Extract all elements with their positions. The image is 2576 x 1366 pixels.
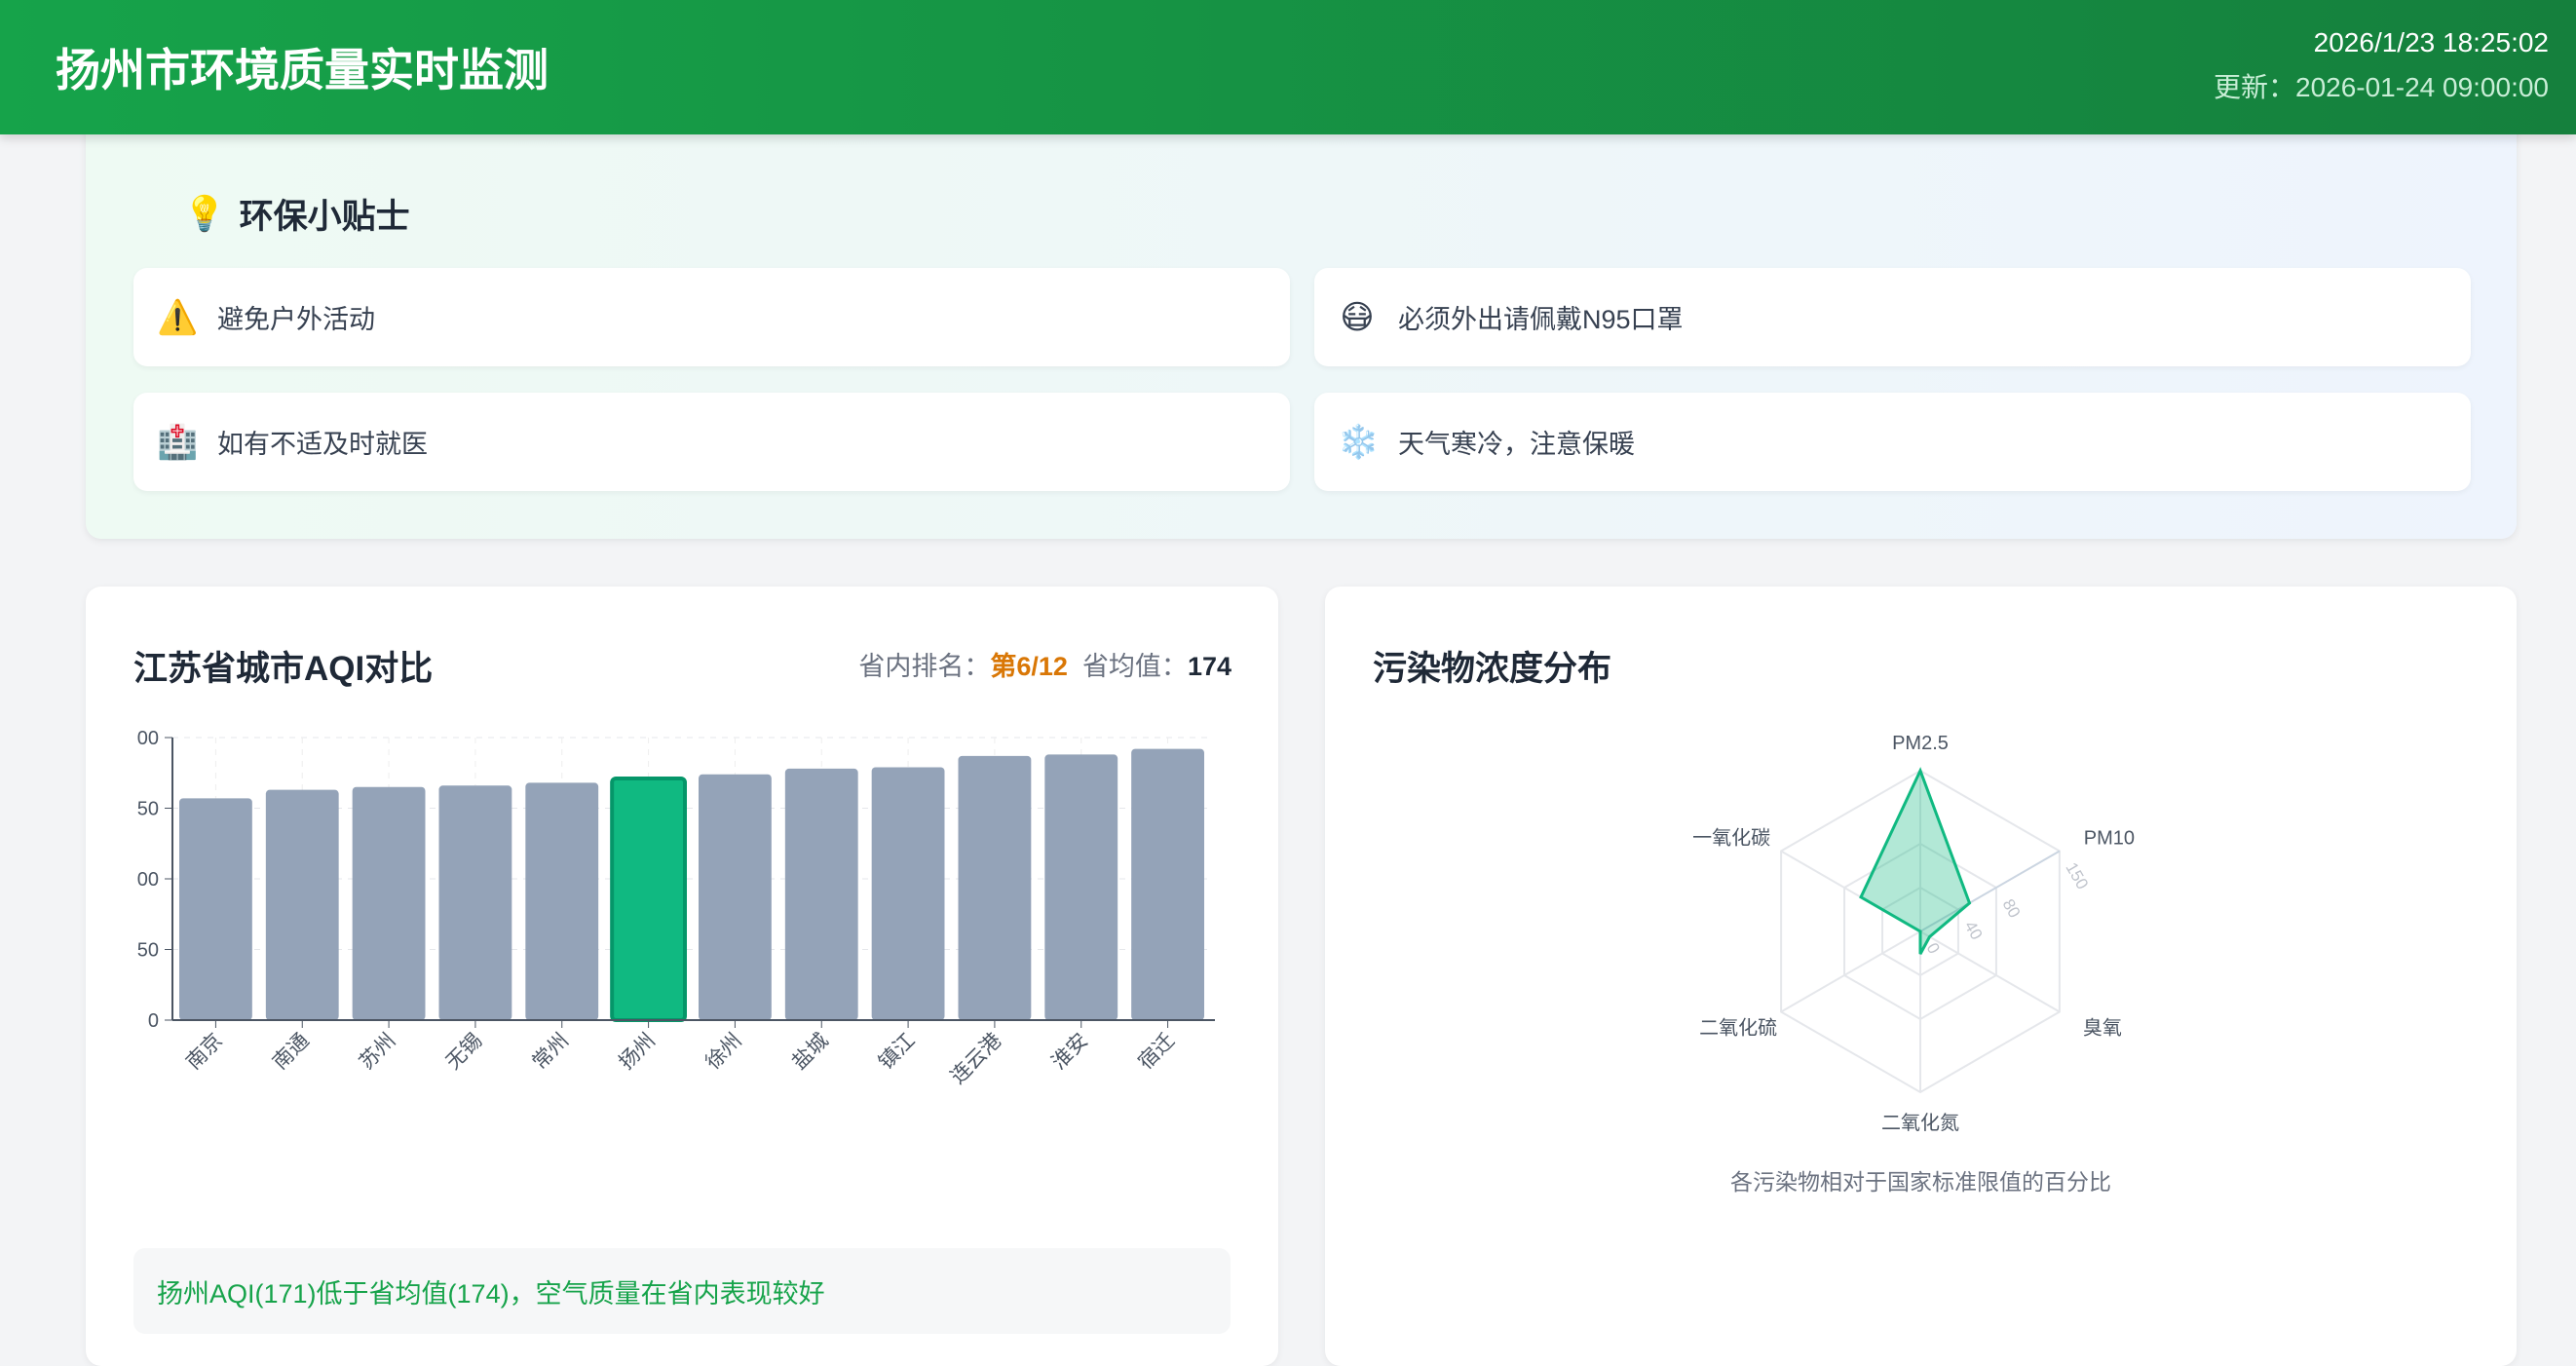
radar-label: 二氧化硫 [1699,1017,1777,1040]
radar-tick-label: 150 [2062,859,2092,892]
radar-label: 一氧化碳 [1692,827,1770,850]
x-tick-label: 无锡 [441,1029,486,1074]
bar-连云港 [959,756,1032,1020]
tip-item: ⚠️ 避免户外活动 [133,268,1290,366]
avg-label: 省均值： [1082,652,1188,681]
x-tick-label: 扬州 [615,1029,660,1074]
aqi-comparison-card: 江苏省城市AQI对比 省内排名：第6/12 省均值：174 0 50 00 50 00 南… [86,587,1278,1366]
bar-宿迁 [1131,749,1204,1020]
pollutant-radar-chart: PM2.5PM10臭氧二氧化氮二氧化硫一氧化碳04080150 [1325,684,2517,1230]
x-tick-label: 镇江 [875,1029,920,1074]
rank-value: 第6/12 [990,652,1068,681]
aqi-card-title: 江苏省城市AQI对比 [133,641,433,691]
y-tick-label: 50 [137,940,159,962]
warning-icon: ⚠️ [157,298,196,337]
eco-tips-panel: 💡环保小贴士 ⚠️避免户外活动 😷必须外出请佩戴N95口罩 🏥如有不适及时就医 … [86,127,2517,539]
aqi-bar-chart: 0 50 00 50 00 南京南通苏州无锡常州扬州徐州盐城镇江连云港淮安宿迁 [86,703,1278,1230]
x-tick-label: 连云港 [947,1029,1006,1088]
radar-label: 二氧化氮 [1881,1112,1959,1134]
radar-label: 臭氧 [2083,1017,2122,1040]
y-tick-label: 50 [137,799,159,820]
bar-无锡 [439,785,512,1020]
bar-常州 [525,782,598,1020]
x-tick-label: 徐州 [701,1029,746,1074]
radar-label: PM10 [2084,828,2135,850]
tips-heading: 💡 环保小贴士 [183,189,410,239]
snowflake-icon: ❄️ [1338,423,1377,462]
bar-徐州 [699,775,772,1020]
app-header: 扬州市环境质量实时监测 2026/1/23 18:25:02 更新：2026-0… [0,0,2576,134]
y-tick-label: 0 [148,1010,159,1032]
x-tick-label: 南通 [269,1029,314,1074]
hospital-icon: 🏥 [157,423,196,462]
bar-苏州 [353,787,426,1020]
x-tick-label: 南京 [182,1029,227,1074]
x-tick-label: 盐城 [788,1029,833,1074]
x-tick-label: 常州 [528,1029,573,1074]
tip-item: 😷 必须外出请佩戴N95口罩 [1314,268,2471,366]
tip-text: 天气寒冷，注意保暖 [1398,423,1635,461]
bar-南通 [266,790,339,1020]
aqi-comparison-note: 扬州AQI(171)低于省均值(174)，空气质量在省内表现较好 [133,1248,1231,1334]
update-time: 更新：2026-01-24 09:00:00 [2214,66,2549,105]
current-time: 2026/1/23 18:25:02 [2314,27,2549,58]
page-title: 扬州市环境质量实时监测 [56,35,549,99]
tip-text: 如有不适及时就医 [217,423,428,461]
x-tick-label: 宿迁 [1134,1029,1179,1074]
bar-淮安 [1044,754,1118,1020]
tip-item: 🏥 如有不适及时就医 [133,393,1290,491]
bar-南京 [179,798,252,1020]
tips-title: 环保小贴士 [240,189,410,239]
radar-label: PM2.5 [1892,733,1949,754]
rank-label: 省内排名： [858,652,990,681]
radar-series [1861,771,1969,954]
mask-icon: 😷 [1338,298,1377,337]
y-tick-label: 00 [137,728,159,749]
x-tick-label: 苏州 [356,1029,400,1074]
pollutant-card: 污染物浓度分布 PM2.5PM10臭氧二氧化氮二氧化硫一氧化碳04080150 … [1325,587,2517,1366]
rank-summary: 省内排名：第6/12 省均值：174 [858,645,1231,683]
radar-tick-label: 80 [1998,896,2024,922]
tip-text: 必须外出请佩戴N95口罩 [1398,298,1684,336]
x-tick-label: 淮安 [1047,1029,1092,1074]
tip-item: ❄️ 天气寒冷，注意保暖 [1314,393,2471,491]
bar-扬州 [612,778,685,1020]
radar-tick-label: 40 [1961,918,1987,943]
bar-盐城 [785,769,858,1020]
avg-value: 174 [1188,652,1231,681]
y-tick-label: 00 [137,869,159,891]
radar-caption: 各污染物相对于国家标准限值的百分比 [1325,1163,2517,1196]
radar-axis [1781,931,1920,1012]
lightbulb-icon: 💡 [183,194,226,234]
tip-text: 避免户外活动 [217,298,375,336]
bar-镇江 [872,767,945,1020]
